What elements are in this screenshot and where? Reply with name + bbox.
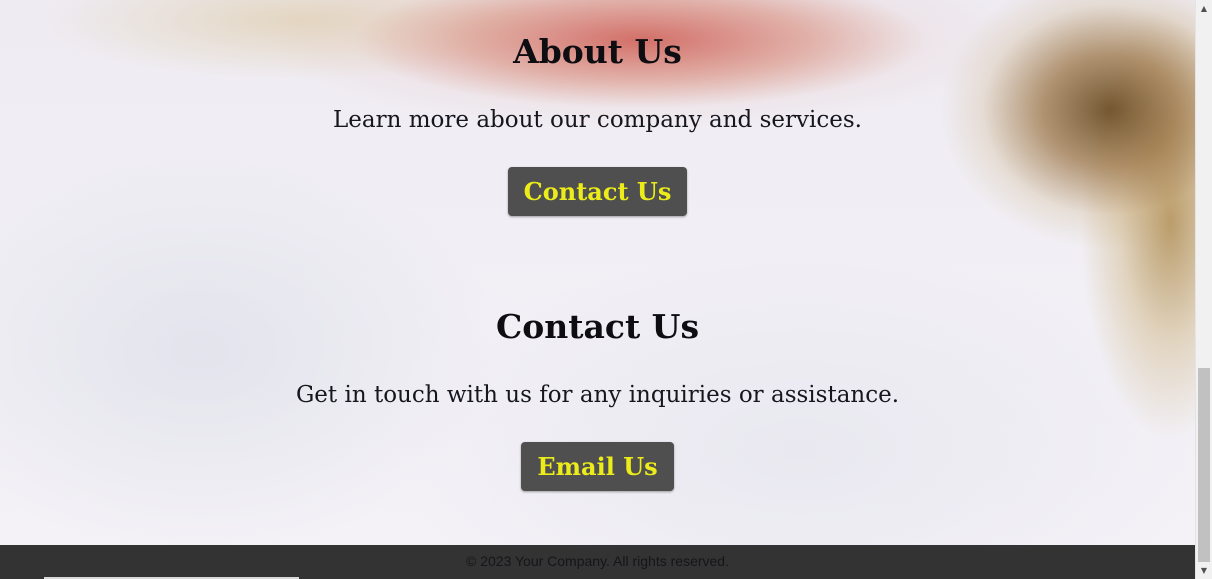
contact-text: Get in touch with us for any inquiries o… [295, 382, 900, 408]
contact-section: Contact Us Get in touch with us for any … [0, 0, 1195, 545]
scrollbar-thumb[interactable] [1198, 368, 1210, 562]
scroll-down-icon[interactable]: ▼ [1196, 562, 1212, 579]
email-us-button[interactable]: Email Us [521, 442, 674, 491]
footer-copyright: © 2023 Your Company. All rights reserved… [466, 553, 729, 569]
vertical-scrollbar[interactable]: ▲ ▼ [1195, 0, 1212, 579]
contact-heading: Contact Us [495, 307, 700, 346]
page-viewport: About Us Learn more about our company an… [0, 0, 1195, 579]
footer: © 2023 Your Company. All rights reserved… [0, 545, 1195, 579]
scroll-up-icon[interactable]: ▲ [1196, 0, 1212, 17]
